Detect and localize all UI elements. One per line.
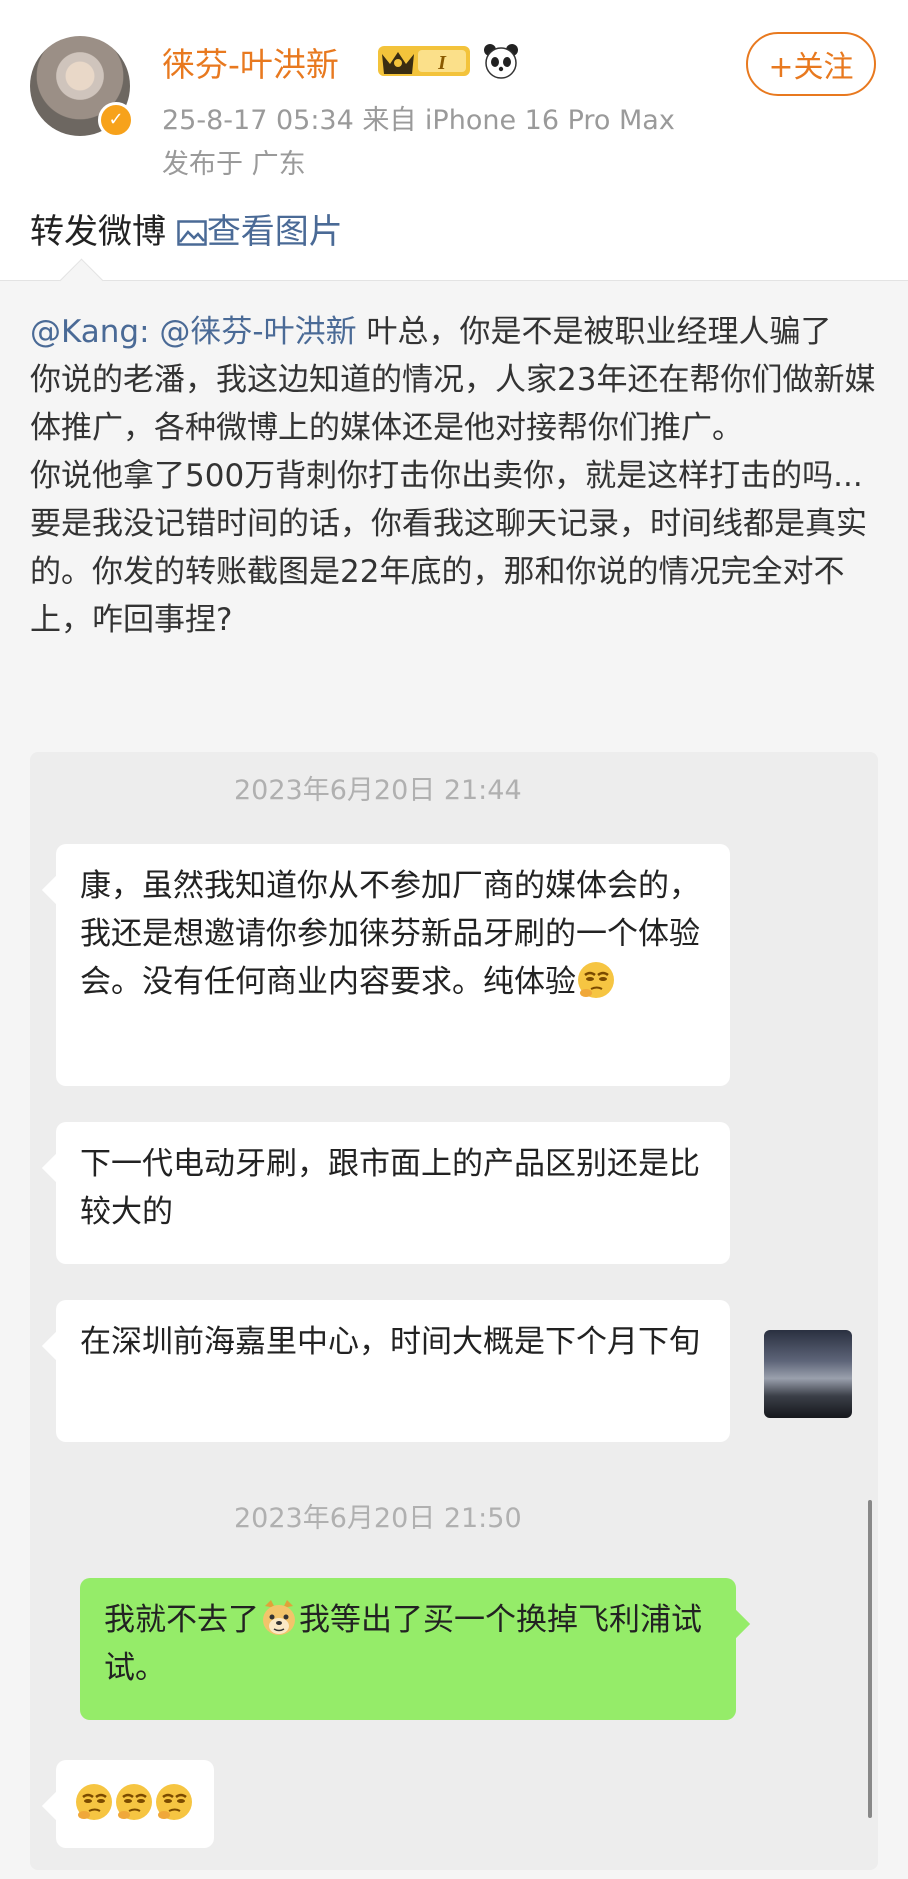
chat-message-received [56, 1760, 214, 1848]
panda-icon [484, 44, 518, 79]
chat-message-sent: 我就不去了 我等出了买一个换掉飞利浦试试。 [80, 1578, 736, 1720]
username[interactable]: 徕芬-叶洪新 [162, 38, 339, 86]
quote-line1: @Kang: @徕芬-叶洪新 叶总，你是不是被职业经理人骗了 [30, 308, 890, 356]
sender-avatar [764, 1330, 852, 1418]
chat-timestamp: 2023年6月20日 21:50 [234, 1503, 522, 1534]
quote-line1-text: 叶总，你是不是被职业经理人骗了 [356, 314, 832, 350]
repost-label: 转发微博 [30, 212, 166, 252]
chat-message-received: 康，虽然我知道你从不参加厂商的媒体会的，我还是想邀请你参加徕芬新品牙刷的一个体验… [56, 844, 730, 1086]
chat-message-received: 下一代电动牙刷，跟市面上的产品区别还是比较大的 [56, 1122, 730, 1264]
scrollbar[interactable] [868, 1500, 872, 1818]
quote-paragraph-3: 你说他拿了500万背刺你打击你出卖你，就是这样打击的吗...要是我没记错时间的话… [30, 458, 867, 638]
chat-screenshot-image[interactable]: 2023年6月20日 21:44 康，虽然我知道你从不参加厂商的媒体会的，我还是… [30, 752, 878, 1870]
quote-mention-link[interactable]: @徕芬-叶洪新 [159, 314, 356, 350]
thinking-face-icon [156, 1784, 192, 1820]
chat-message-received: 在深圳前海嘉里中心，时间大概是下个月下旬 [56, 1300, 730, 1442]
view-images-label: 查看图片 [206, 212, 343, 252]
view-images-link[interactable]: 查看图片 [177, 212, 343, 252]
post-time-device: 25-8-17 05:34 来自 iPhone 16 Pro Max [162, 105, 675, 136]
vip-crown-icon: I [378, 46, 470, 76]
follow-button-label: +关注 [768, 50, 854, 85]
chat-message-text: 我就不去了 [104, 1602, 259, 1638]
vip-level-text: I [437, 52, 447, 74]
follow-button[interactable]: +关注 [746, 32, 876, 96]
thinking-face-icon [578, 962, 614, 998]
thinking-face-icon [76, 1784, 112, 1820]
image-icon [177, 220, 207, 246]
quote-author-link[interactable]: @Kang: [30, 314, 150, 350]
chat-message-text: 下一代电动牙刷，跟市面上的产品区别还是比较大的 [80, 1146, 700, 1230]
doge-icon [263, 1600, 295, 1635]
post-location: 发布于 广东 [162, 149, 306, 180]
quote-paragraph-2: 你说的老潘，我这边知道的情况，人家23年还在帮你们做新媒体推广，各种微博上的媒体… [30, 362, 876, 446]
verified-badge-icon: ✓ [98, 102, 134, 138]
chat-timestamp: 2023年6月20日 21:44 [234, 775, 522, 806]
repost-text: 转发微博 查看图片 [30, 204, 343, 253]
thinking-face-icon [116, 1784, 152, 1820]
chat-message-text: 在深圳前海嘉里中心，时间大概是下个月下旬 [80, 1324, 700, 1360]
quoted-post-text: @Kang: @徕芬-叶洪新 叶总，你是不是被职业经理人骗了 你说的老潘，我这边… [30, 308, 890, 644]
